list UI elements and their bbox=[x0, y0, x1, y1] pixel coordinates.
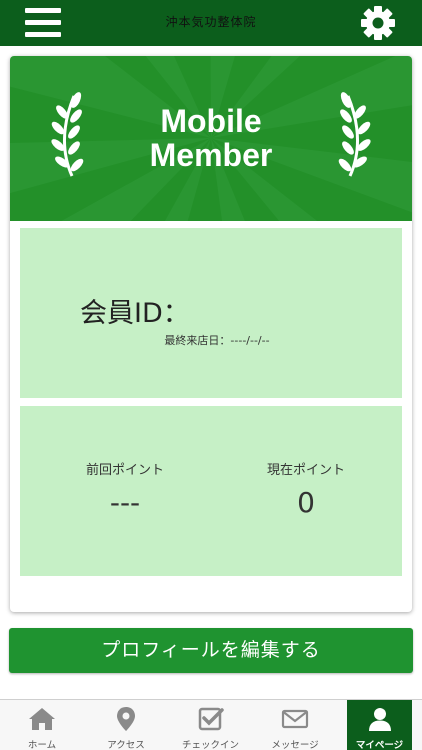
tab-message[interactable]: メッセージ bbox=[253, 700, 337, 750]
tab-message-label: メッセージ bbox=[271, 740, 319, 750]
checkin-icon bbox=[198, 707, 224, 731]
user-icon bbox=[368, 708, 391, 731]
edit-profile-button[interactable]: プロフィールを編集する bbox=[9, 628, 413, 673]
gear-icon bbox=[361, 6, 395, 40]
tab-access[interactable]: アクセス bbox=[84, 700, 168, 750]
points-panel: 前回ポイント --- 現在ポイント 0 bbox=[20, 406, 402, 576]
card-header: Mobile Member bbox=[10, 56, 412, 221]
member-id-panel: 会員ID： 最終来店日：----/--/-- bbox=[20, 228, 402, 398]
current-points-value: 0 bbox=[297, 486, 315, 519]
mail-icon bbox=[281, 709, 309, 729]
tab-mypage-label: マイページ bbox=[355, 740, 404, 750]
last-visit-date: 最終来店日：----/--/-- bbox=[164, 334, 270, 347]
card-header-title-line1: Mobile bbox=[160, 103, 262, 139]
home-icon bbox=[29, 708, 55, 730]
member-card: Mobile Member 会員ID： 最終来店日：----/--/-- 前回ポ… bbox=[10, 56, 412, 612]
settings-button[interactable] bbox=[359, 4, 397, 42]
previous-points-label: 前回ポイント bbox=[85, 463, 164, 478]
map-pin-icon bbox=[117, 707, 135, 731]
hamburger-icon-bar bbox=[25, 32, 61, 37]
top-bar: 沖本気功整体院 bbox=[0, 0, 422, 46]
tab-access-label: アクセス bbox=[107, 740, 145, 750]
tab-home-label: ホーム bbox=[27, 740, 57, 750]
previous-points-value: --- bbox=[109, 486, 141, 519]
current-points-label: 現在ポイント bbox=[266, 463, 345, 478]
tab-checkin[interactable]: チェックイン bbox=[168, 700, 253, 750]
tab-home[interactable]: ホーム bbox=[0, 700, 84, 750]
tab-mypage[interactable]: マイページ bbox=[347, 700, 412, 750]
card-header-title-line2: Member bbox=[149, 137, 273, 173]
bottom-tab-bar: ホーム アクセス チェックイン メッセージ マイページ bbox=[0, 699, 422, 750]
card-header-title: Mobile Member bbox=[10, 104, 412, 172]
tab-checkin-label: チェックイン bbox=[181, 740, 239, 750]
member-id-label: 会員ID： bbox=[80, 298, 190, 329]
